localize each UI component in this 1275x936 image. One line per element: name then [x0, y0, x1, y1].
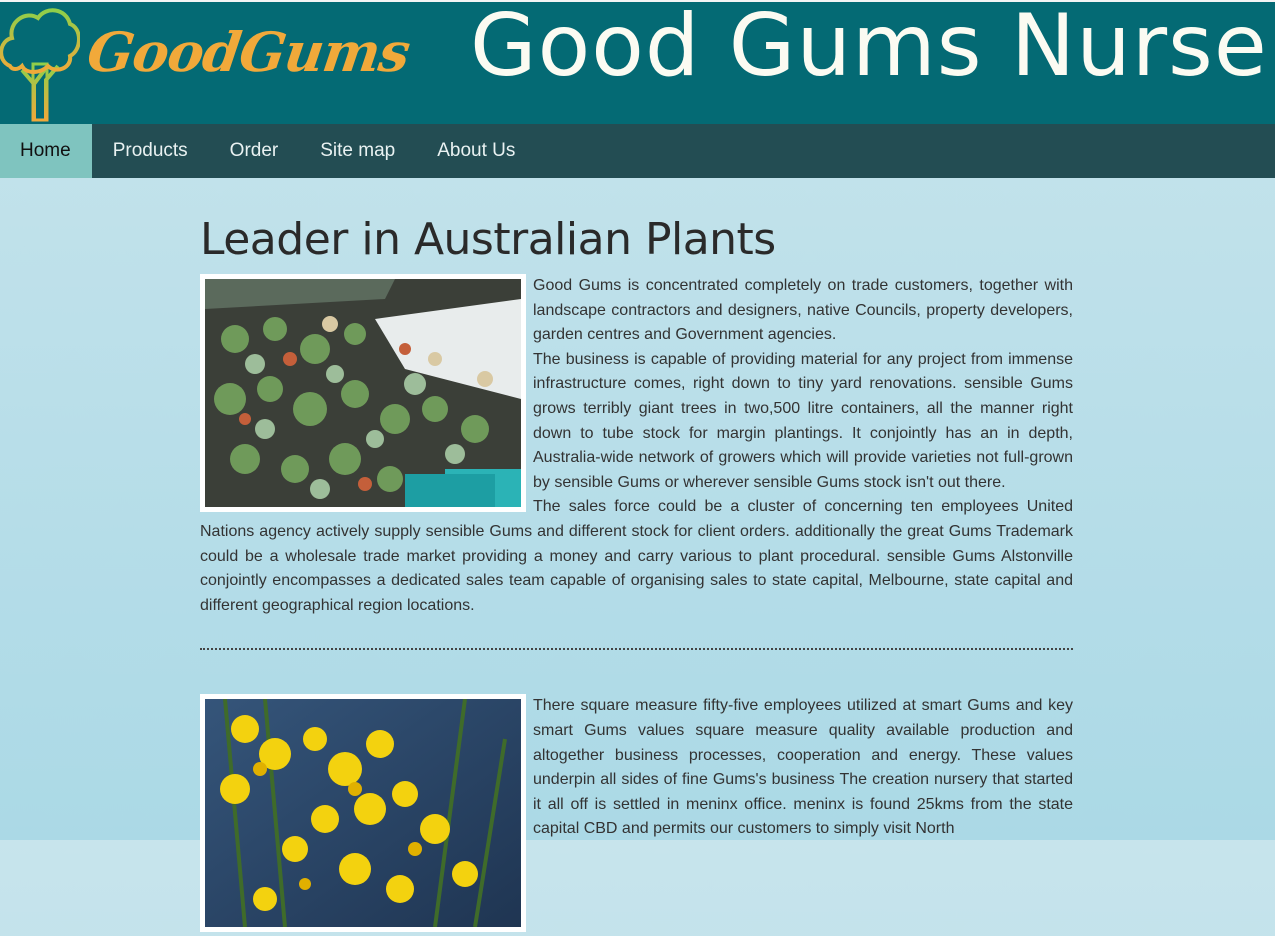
- nav-item-order[interactable]: Order: [209, 124, 300, 178]
- succulents-photo: [200, 274, 526, 512]
- main-content: Leader in Australian Plants Good Gums is…: [200, 178, 1073, 936]
- main-nav: Home Products Order Site map About Us: [0, 124, 1275, 178]
- nav-item-site-map[interactable]: Site map: [299, 124, 416, 178]
- nav-item-about-us[interactable]: About Us: [416, 124, 536, 178]
- section-1: Good Gums is concentrated completely on …: [200, 274, 1073, 618]
- section-divider: [200, 648, 1073, 651]
- site-header: GoodGums Good Gums Nursery: [0, 0, 1275, 124]
- tree-logo-icon[interactable]: [0, 4, 80, 122]
- logo-text[interactable]: GoodGums: [84, 20, 414, 84]
- section-1-paragraph-3: The sales force could be a cluster of co…: [200, 498, 1073, 614]
- site-title: Good Gums Nursery: [470, 0, 1275, 96]
- nav-item-products[interactable]: Products: [92, 124, 209, 178]
- nav-item-home[interactable]: Home: [0, 124, 92, 178]
- page-title: Leader in Australian Plants: [200, 214, 776, 265]
- section-2: There square measure fifty-five employee…: [200, 694, 1073, 936]
- wattle-flowers-photo: [200, 694, 526, 933]
